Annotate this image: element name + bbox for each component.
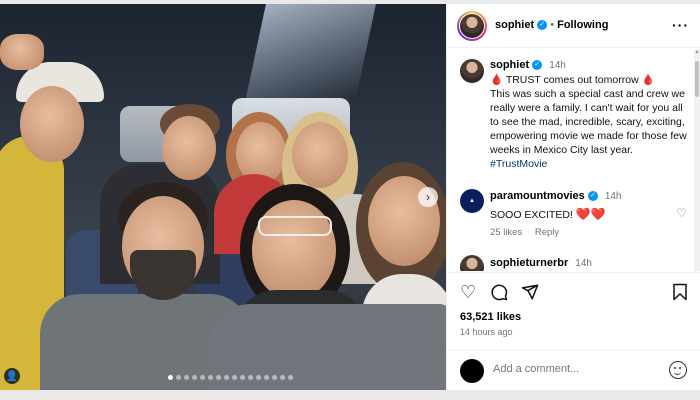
blood-drop-icon: 🩸	[490, 74, 504, 86]
carousel-dot[interactable]	[248, 375, 253, 380]
author-username[interactable]: sophiet	[495, 19, 534, 31]
avatar[interactable]	[460, 255, 484, 271]
instagram-post: 👤 › sophiet ✓ • Following ··· sophiet ✓ 14…	[0, 4, 700, 390]
carousel-dot[interactable]	[216, 375, 221, 380]
user-tag-icon[interactable]: 👤	[4, 368, 20, 384]
glasses	[258, 216, 332, 236]
verified-badge-icon: ✓	[587, 191, 598, 202]
avatar	[460, 359, 484, 383]
header-meta: sophiet ✓ • Following	[495, 19, 608, 31]
reply-button[interactable]: Reply	[535, 227, 559, 238]
comment-text: SOOO EXCITED! ❤️❤️	[490, 207, 606, 221]
comment-icon[interactable]	[490, 283, 508, 304]
blood-drop-icon: 🩸	[641, 74, 655, 86]
person-face	[162, 116, 216, 180]
heart-icon[interactable]: ♡	[460, 283, 476, 301]
avatar[interactable]: ▲	[460, 189, 484, 213]
carousel-dot[interactable]	[176, 375, 181, 380]
caption-text: 🩸 TRUST comes out tomorrow 🩸 This was su…	[490, 73, 688, 171]
avatar[interactable]	[460, 59, 484, 83]
carousel-dot[interactable]	[208, 375, 213, 380]
person-face	[20, 86, 84, 162]
likes-count[interactable]: 63,521 likes	[460, 311, 521, 323]
carousel-dot[interactable]	[224, 375, 229, 380]
separator: •	[550, 19, 555, 31]
comment-username[interactable]: paramountmovies	[490, 190, 585, 202]
page-frame: 👤 › sophiet ✓ • Following ··· sophiet ✓ 14…	[0, 0, 700, 400]
caption-line-1: TRUST comes out tomorrow	[505, 74, 639, 86]
heart-emoji: ❤️	[590, 207, 606, 221]
comment-time[interactable]: 14h	[605, 191, 622, 202]
story-ring[interactable]	[457, 11, 487, 41]
post-header: sophiet ✓ • Following ···	[447, 4, 700, 48]
hashtag-link[interactable]: #TrustMovie	[490, 158, 547, 170]
carousel-dot[interactable]	[240, 375, 245, 380]
post-photo[interactable]: 👤 ›	[0, 4, 446, 390]
comment-input[interactable]	[493, 363, 663, 375]
caption-time[interactable]: 14h	[549, 60, 566, 71]
person-hand	[0, 34, 44, 70]
carousel-dot[interactable]	[288, 375, 293, 380]
person-face	[252, 200, 336, 300]
comment-username[interactable]: sophieturnerbr	[490, 257, 568, 269]
comments-scrollbar[interactable]: ▲	[694, 49, 700, 271]
carousel-dot[interactable]	[280, 375, 285, 380]
share-icon[interactable]	[521, 283, 539, 304]
carousel-dot[interactable]	[264, 375, 269, 380]
scroll-thumb[interactable]	[695, 61, 699, 97]
carousel-dots	[168, 375, 293, 380]
posted-time[interactable]: 14 hours ago	[460, 327, 513, 337]
verified-badge-icon: ✓	[537, 20, 548, 31]
comment-likes[interactable]: 25 likes	[490, 227, 522, 238]
post-sidebar: sophiet ✓ • Following ··· sophiet ✓ 14h 🩸 …	[446, 4, 700, 390]
chevron-right-icon[interactable]: ›	[418, 187, 438, 207]
carousel-dot[interactable]	[256, 375, 261, 380]
caption-header: sophiet ✓ 14h	[490, 59, 566, 71]
scroll-up-icon[interactable]: ▲	[694, 49, 700, 55]
carousel-dot[interactable]	[200, 375, 205, 380]
comments-list: sophiet ✓ 14h 🩸 TRUST comes out tomorrow …	[447, 49, 700, 271]
verified-badge-icon: ✓	[532, 60, 543, 71]
emoji-icon[interactable]	[669, 361, 687, 379]
beard	[130, 250, 196, 300]
comment-header: paramountmovies ✓ 14h	[490, 190, 622, 202]
comment-header: sophieturnerbr 14h	[490, 257, 592, 269]
bookmark-icon[interactable]	[672, 283, 688, 304]
carousel-dot[interactable]	[192, 375, 197, 380]
comment-time[interactable]: 14h	[575, 258, 592, 269]
comment-body: SOOO EXCITED!	[490, 209, 573, 221]
caption-body: This was such a special cast and crew we…	[490, 88, 687, 156]
heart-emoji: ❤️	[575, 207, 591, 221]
person-face	[292, 122, 348, 188]
avatar	[460, 14, 484, 38]
more-options-icon[interactable]: ···	[672, 17, 689, 33]
caption-username[interactable]: sophiet	[490, 59, 529, 71]
action-bar: ♡ 63,521 likes 14 hours ago	[447, 272, 700, 356]
add-comment-bar	[447, 350, 700, 390]
following-button[interactable]: Following	[557, 19, 608, 31]
carousel-dot[interactable]	[168, 375, 173, 380]
comment-meta: 25 likes Reply	[490, 227, 569, 238]
carousel-dot[interactable]	[184, 375, 189, 380]
carousel-dot[interactable]	[272, 375, 277, 380]
carousel-dot[interactable]	[232, 375, 237, 380]
heart-icon[interactable]: ♡	[676, 206, 687, 220]
